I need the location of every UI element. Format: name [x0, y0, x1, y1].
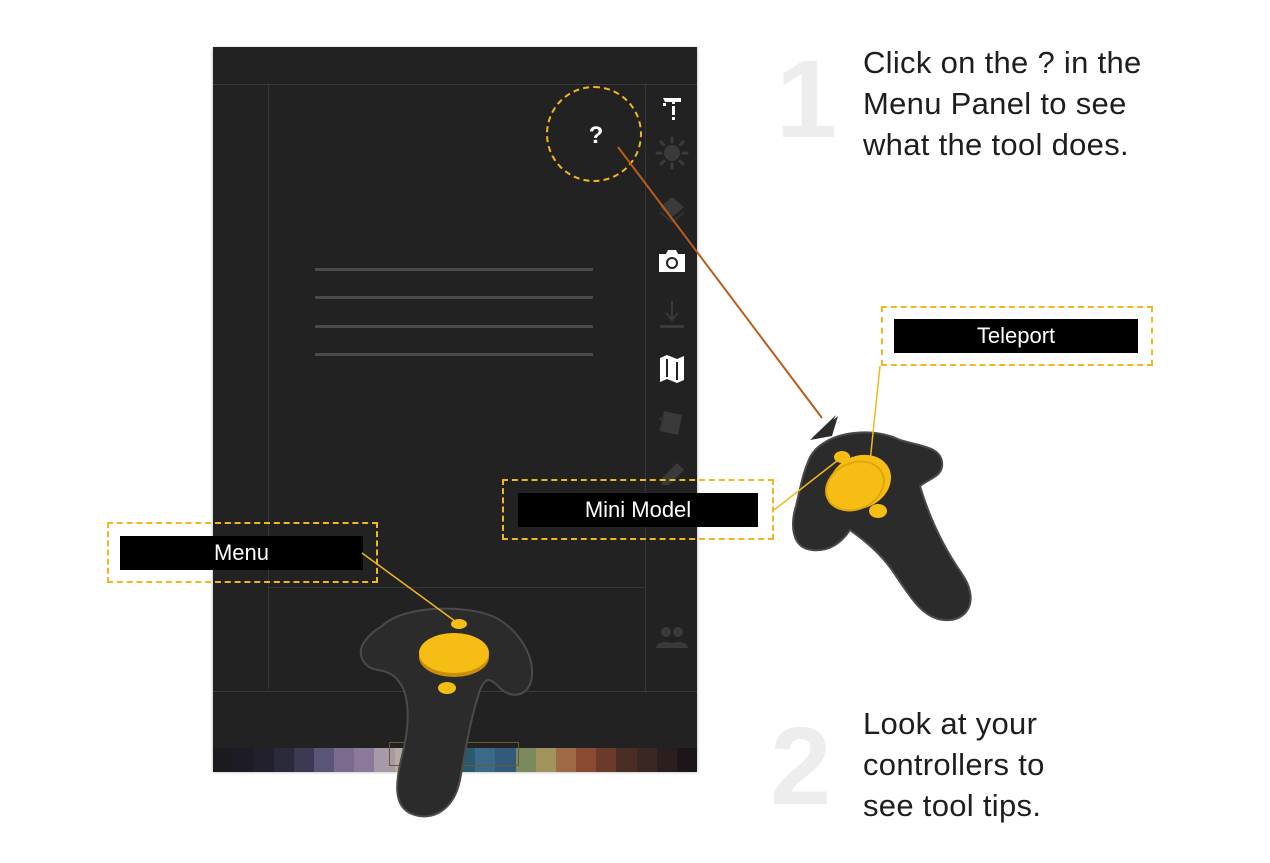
step-2-line: Look at your [863, 706, 1038, 741]
pointer-beam [617, 146, 823, 419]
step-2-line: controllers to [863, 747, 1045, 782]
menu-trackpad [419, 633, 489, 673]
step-2-text: Look at your controllers to see tool tip… [863, 703, 1045, 826]
step-1-number: 1 [776, 38, 838, 161]
right-grip-button [869, 504, 887, 518]
step-1-line: what the tool does. [863, 127, 1129, 162]
step-2-number: 2 [770, 705, 832, 828]
right-controller [792, 431, 972, 622]
step-1-text: Click on the ? in the Menu Panel to see … [863, 42, 1142, 165]
left-grip-button [438, 682, 456, 694]
step-1-line: Menu Panel to see [863, 86, 1127, 121]
step-2-line: see tool tips. [863, 788, 1042, 823]
step-1-line: Click on the ? in the [863, 45, 1142, 80]
left-controller [359, 607, 534, 818]
